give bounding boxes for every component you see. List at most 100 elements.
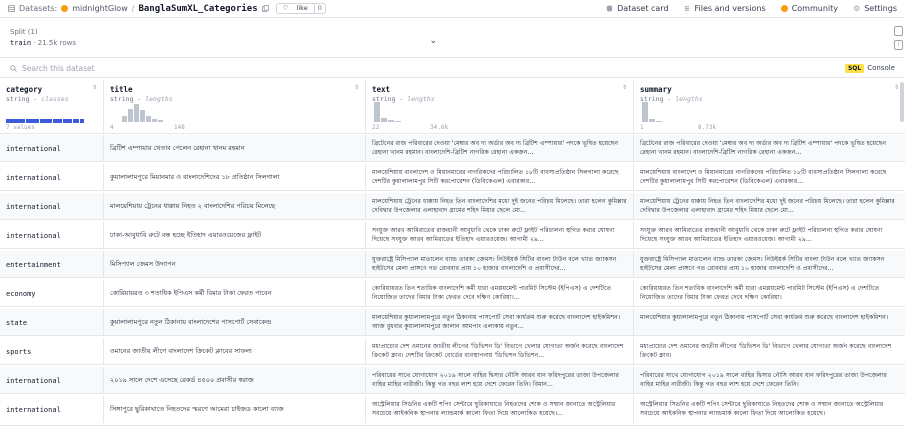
class-segment[interactable]: [6, 119, 25, 123]
histogram-bar[interactable]: [134, 104, 139, 122]
search-input[interactable]: Search this dataset: [22, 64, 95, 73]
table-row[interactable]: international মালয়েশিয়ায় ট্রেনের ধাক্…: [0, 193, 905, 220]
panel-icon[interactable]: [894, 26, 903, 36]
owner-link[interactable]: midnightGlow: [72, 4, 128, 13]
more-icon[interactable]: ⋮: [894, 40, 903, 50]
cell-summary[interactable]: সংযুক্ত আরব আমিরাতের রাজধানী আবুধাবি থেক…: [634, 222, 905, 249]
cell-title[interactable]: মিসিপ্যাল জেমস উদ্যাপন: [104, 251, 366, 278]
cell-summary[interactable]: মালয়েশিয়ায় বাংলাদেশ ও মিয়ানমারের নাগ…: [634, 164, 905, 191]
cell-text[interactable]: সংযুক্ত আরব আমিরাতের রাজধানী আবুধাবি থেক…: [366, 222, 634, 249]
table-row[interactable]: entertainment মিসিপ্যাল জেমস উদ্যাপন যুক…: [0, 251, 905, 278]
column-stat-right: 148: [174, 124, 185, 131]
cell-text[interactable]: পরিবারের সাথে যোগাযোগ ২০১৯ সালে বাহির দ্…: [366, 367, 634, 394]
table-row[interactable]: international সিঙ্গাপুরে ছুরিকাঘাতে নিহত…: [0, 396, 905, 426]
histogram: [110, 102, 190, 122]
vertical-scrollbar[interactable]: [900, 82, 904, 122]
top-bar: Datasets: midnightGlow / BanglaSumXL_Cat…: [0, 0, 905, 18]
cell-text[interactable]: মধ্যপ্রাচ্যের দেশ ওমানের জাতীয় লীগের 'ড…: [366, 338, 634, 365]
table-row[interactable]: international ব্রিটিশ এম্পায়ার থেতাব পে…: [0, 135, 905, 162]
cell-title[interactable]: ঢাকা-আবুধাবি রুটে বন্ধ হচ্ছে ইতিহাদ এয়া…: [104, 222, 366, 249]
column-header-text[interactable]: text string - lengths ⇕ 22 34.6k: [366, 80, 634, 134]
histogram-bar[interactable]: [395, 121, 401, 122]
cell-text[interactable]: যুক্তরাষ্ট্রে মিসিপ্যাল মাতালেন ব্যান্ড …: [366, 251, 634, 278]
table-row[interactable]: international ঢাকা-আবুধাবি রুটে বন্ধ হচ্…: [0, 222, 905, 249]
class-segment[interactable]: [80, 119, 85, 123]
cell-title[interactable]: ২০১৯ সালে দেশে এসেছে রেকর্ড ৪৫০০ প্রবাসী…: [104, 367, 366, 394]
cell-category[interactable]: international: [0, 222, 104, 249]
cell-category[interactable]: international: [0, 135, 104, 162]
cell-category[interactable]: international: [0, 193, 104, 220]
table-row[interactable]: sports ওমানের জাতীয় লীগে বাংলাদেশ ক্রিক…: [0, 338, 905, 365]
cell-summary[interactable]: মালয়েশিয়ায় ট্রেনের ধাক্কায় নিহত তিন …: [634, 193, 905, 220]
cell-title[interactable]: মালয়েশিয়ায় ট্রেনের ধাক্কায় নিহত ২ বা…: [104, 193, 366, 220]
tab-label: Settings: [864, 4, 897, 13]
sort-icon[interactable]: ⇕: [894, 84, 899, 91]
cell-title[interactable]: কোরিয়ায়রত ৩ শতাধিক ইপিএস কর্মী বিমার ট…: [104, 280, 366, 307]
cell-category[interactable]: international: [0, 396, 104, 423]
cell-summary[interactable]: কোরিয়ায়রত তিন শতাধিক বাংলাদেশি কর্মী য…: [634, 280, 905, 307]
histogram-bar[interactable]: [152, 119, 157, 122]
histogram-bar[interactable]: [649, 119, 655, 122]
histogram-bar[interactable]: [146, 116, 151, 122]
column-header-summary[interactable]: summary string - lengths ⇕ 1 8.73k: [634, 80, 905, 134]
like-button[interactable]: ♡ like 0: [275, 3, 326, 14]
cell-summary[interactable]: ব্রিটেনের রাজ পরিবারের দেওয়া 'মেম্বার অ…: [634, 135, 905, 162]
table-row[interactable]: economy কোরিয়ায়রত ৩ শতাধিক ইপিএস কর্মী…: [0, 280, 905, 307]
histogram-bar[interactable]: [122, 116, 127, 122]
sql-console-button[interactable]: SQL Console: [844, 63, 895, 73]
cell-text[interactable]: মালয়েশিয়ায় বাংলাদেশ ও মিয়ানমারের নাগ…: [366, 164, 634, 191]
cell-category[interactable]: entertainment: [0, 251, 104, 278]
sort-icon[interactable]: ⇕: [92, 84, 97, 91]
column-header-category[interactable]: category string - classes ⇕ 7 values: [0, 80, 104, 134]
cell-text[interactable]: কোরিয়ায়রত তিন শতাধিক বাংলাদেশি কর্মী য…: [366, 280, 634, 307]
class-segment[interactable]: [40, 119, 52, 123]
column-stat-left: 1: [640, 124, 644, 131]
cell-text[interactable]: ব্রিটেনের রাজ পরিবারের দেওয়া 'মেম্বার অ…: [366, 135, 634, 162]
table-row[interactable]: state কুয়ালালামপুরে নতুন ঠিকানায় বাংলা…: [0, 309, 905, 336]
copy-icon[interactable]: [261, 5, 269, 12]
cell-summary[interactable]: মধ্যপ্রাচ্যের দেশ ওমানের জাতীয় লীগের 'ড…: [634, 338, 905, 365]
class-segment[interactable]: [72, 119, 80, 123]
histogram-bar[interactable]: [128, 109, 133, 122]
tab-dataset-card[interactable]: Dataset card: [606, 4, 669, 13]
like-count: 0: [313, 3, 325, 14]
sort-icon[interactable]: ⇕: [354, 84, 359, 91]
cell-category[interactable]: international: [0, 367, 104, 394]
cell-summary[interactable]: মালয়েশিয়ার কুয়ালালামপুরে নতুন ঠিকানায…: [634, 309, 905, 336]
cell-category[interactable]: sports: [0, 338, 104, 365]
histogram-bar[interactable]: [381, 118, 387, 122]
sort-icon[interactable]: ⇕: [622, 84, 627, 91]
table-row[interactable]: international কুয়ালালামপুরে মিয়ানমার ও…: [0, 164, 905, 191]
histogram-bar[interactable]: [642, 102, 648, 122]
cell-title[interactable]: ওমানের জাতীয় লীগে বাংলাদেশ ক্রিকেট ক্লা…: [104, 338, 366, 365]
class-segment[interactable]: [52, 119, 63, 123]
histogram-bar[interactable]: [656, 121, 662, 122]
cell-summary[interactable]: যুক্তরাষ্ট্রে মিসিপ্যাল মাতালেন ব্যান্ড …: [634, 251, 905, 278]
histogram-bar[interactable]: [388, 120, 394, 122]
cell-title[interactable]: কুয়ালালামপুরে মিয়ানমার ও বাংলাদেশিদের …: [104, 164, 366, 191]
cell-category[interactable]: economy: [0, 280, 104, 307]
cell-summary[interactable]: অস্ট্রেলিয়ার সিডনির একটি শপিং সেন্টারে …: [634, 396, 905, 423]
cell-text[interactable]: মালয়েশিয়ায় ট্রেনের ধাক্কায় নিহত তিন …: [366, 193, 634, 220]
datasets-icon: [8, 5, 15, 12]
split-select[interactable]: Split (1) train · 21.5k rows ⌄: [0, 20, 445, 58]
tab-files-and-versions[interactable]: Files and versions: [684, 4, 766, 13]
cell-title[interactable]: ব্রিটিশ এম্পায়ার থেতাব পেলেন রেহানা খান…: [104, 135, 366, 162]
table-row[interactable]: international ২০১৯ সালে দেশে এসেছে রেকর্…: [0, 367, 905, 394]
column-header-title[interactable]: title string - lengths ⇕ 4 148: [104, 80, 366, 134]
histogram-bar[interactable]: [158, 120, 163, 122]
histogram-bar[interactable]: [374, 102, 380, 122]
tab-community[interactable]: Community: [780, 4, 838, 13]
cell-title[interactable]: সিঙ্গাপুরে ছুরিকাঘাতে নিহতদের স্মরণে আমে…: [104, 396, 366, 423]
cell-title[interactable]: কুয়ালালামপুরে নতুন ঠিকানায় বাংলাদেশের …: [104, 309, 366, 336]
class-segment[interactable]: [25, 119, 40, 123]
cell-category[interactable]: international: [0, 164, 104, 191]
cell-text[interactable]: মালয়েশিয়ার কুয়ালালামপুরে নতুন ঠিকানায…: [366, 309, 634, 336]
cell-category[interactable]: state: [0, 309, 104, 336]
cell-text[interactable]: অস্ট্রেলিয়ার সিডনির একটি শপিং সেন্টারে …: [366, 396, 634, 423]
cell-summary[interactable]: পরিবারের সাথে যোগাযোগ ২০১৯ সালে বাহির দ্…: [634, 367, 905, 394]
tab-settings[interactable]: ⚙ Settings: [853, 4, 897, 13]
class-segment[interactable]: [63, 119, 72, 123]
histogram-bar[interactable]: [140, 110, 145, 122]
repo-name[interactable]: BanglaSumXL_Categories: [138, 4, 257, 14]
